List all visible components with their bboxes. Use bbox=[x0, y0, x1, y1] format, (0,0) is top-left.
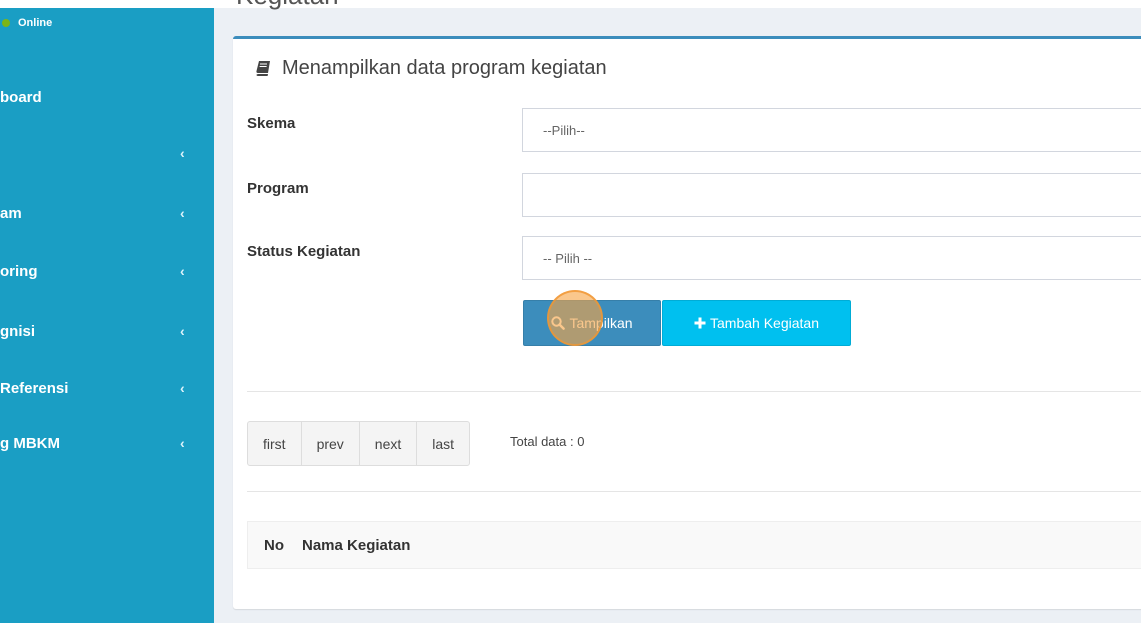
chevron-left-icon: ‹ bbox=[180, 263, 185, 279]
content-box: Menampilkan data program kegiatan Skema … bbox=[233, 36, 1141, 609]
pagination-last[interactable]: last bbox=[417, 422, 469, 465]
sidebar-item-rekognisi[interactable]: gnisi ‹ bbox=[0, 314, 214, 348]
box-title: Menampilkan data program kegiatan bbox=[282, 57, 607, 79]
sidebar-item-mbkm[interactable]: g MBKM ‹ bbox=[0, 426, 214, 460]
chevron-left-icon: ‹ bbox=[180, 205, 185, 221]
sidebar-item-program[interactable]: am ‹ bbox=[0, 196, 214, 230]
sidebar-item-label: oring bbox=[0, 262, 38, 280]
sidebar-item-menu[interactable]: ‹ bbox=[0, 136, 214, 170]
tambah-kegiatan-label: Tambah Kegiatan bbox=[710, 315, 819, 331]
skema-label: Skema bbox=[247, 115, 296, 132]
book-icon bbox=[255, 60, 272, 77]
sidebar-item-referensi[interactable]: Referensi ‹ bbox=[0, 371, 214, 405]
column-header-no: No bbox=[264, 536, 284, 554]
sidebar-item-label: Referensi bbox=[0, 379, 69, 397]
sidebar-item-label: am bbox=[0, 204, 22, 222]
user-status: Online bbox=[2, 17, 53, 29]
pagination-first[interactable]: first bbox=[248, 422, 302, 465]
top-strip bbox=[0, 0, 1141, 8]
plus-icon bbox=[694, 317, 706, 329]
chevron-left-icon: ‹ bbox=[180, 380, 185, 396]
sidebar-item-monitoring[interactable]: oring ‹ bbox=[0, 254, 214, 288]
pagination-next[interactable]: next bbox=[360, 422, 418, 465]
divider bbox=[247, 491, 1141, 492]
program-select[interactable] bbox=[522, 173, 1141, 217]
sidebar-item-dashboard[interactable]: board bbox=[0, 80, 214, 114]
pagination-prev[interactable]: prev bbox=[302, 422, 360, 465]
chevron-left-icon: ‹ bbox=[180, 145, 185, 161]
pagination: first prev next last bbox=[247, 421, 471, 466]
total-data: Total data : 0 bbox=[510, 434, 585, 449]
sidebar: Online board ‹ am ‹ oring ‹ gnisi ‹ Refe… bbox=[0, 8, 214, 623]
tambah-kegiatan-button[interactable]: Tambah Kegiatan bbox=[662, 300, 851, 346]
tampilkan-label: Tampilkan bbox=[569, 315, 633, 331]
chevron-left-icon: ‹ bbox=[180, 435, 185, 451]
sidebar-item-label: board bbox=[0, 88, 42, 106]
divider bbox=[247, 391, 1141, 392]
status-kegiatan-label: Status Kegiatan bbox=[247, 243, 361, 260]
page-title: Kegiatan bbox=[236, 0, 339, 11]
sidebar-item-label: g MBKM bbox=[0, 434, 60, 452]
status-label: Online bbox=[18, 17, 53, 29]
skema-select[interactable]: --Pilih-- bbox=[522, 108, 1141, 152]
chevron-left-icon: ‹ bbox=[180, 323, 185, 339]
online-status-dot bbox=[2, 19, 10, 27]
tampilkan-button[interactable]: Tampilkan bbox=[523, 300, 661, 346]
column-header-nama-kegiatan: Nama Kegiatan bbox=[302, 536, 411, 554]
sidebar-item-label: gnisi bbox=[0, 322, 36, 340]
status-kegiatan-select[interactable]: -- Pilih -- bbox=[522, 236, 1141, 280]
search-icon bbox=[551, 316, 566, 330]
box-header: Menampilkan data program kegiatan bbox=[255, 57, 607, 80]
table-header: No Nama Kegiatan bbox=[247, 521, 1141, 569]
program-label: Program bbox=[247, 180, 309, 197]
